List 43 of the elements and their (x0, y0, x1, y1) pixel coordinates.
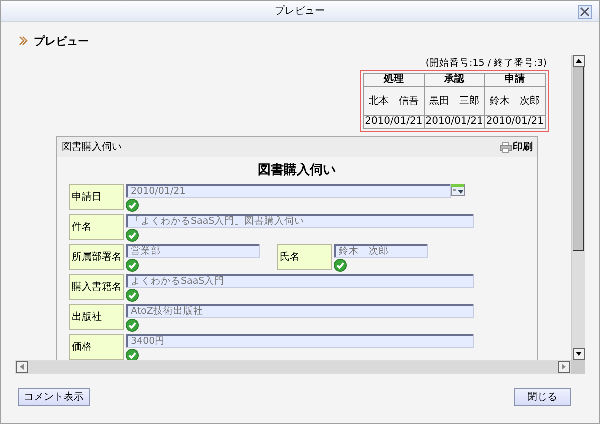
column-header: 承認 (424, 74, 485, 86)
right-arrow-icon (562, 364, 566, 370)
scrollbar-corner (571, 360, 585, 374)
printer-icon (500, 142, 512, 152)
dialog-button[interactable]: 閉じる (514, 388, 571, 406)
field-label: 購入書籍名 (69, 274, 124, 300)
panel-title: 図書購入伺い (62, 140, 122, 154)
approver-name: 北本 信吾 (364, 86, 424, 116)
column-header: 処理 (364, 74, 424, 86)
input-field[interactable]: 3400円 (126, 334, 474, 348)
vertical-scrollbar[interactable] (571, 55, 585, 360)
page-heading: プレビュー (34, 34, 89, 48)
field-label: 申請日 (69, 184, 124, 210)
approver-name: 黒田 三郎 (424, 86, 485, 116)
input-field[interactable]: 2010/01/21 (126, 184, 451, 198)
input-field[interactable]: 営業部 (126, 244, 260, 258)
close-button[interactable] (578, 5, 592, 19)
approval-date: 2010/01/21 (424, 116, 485, 128)
field-label: 価格 (69, 334, 124, 360)
input-field[interactable]: AtoZ技術出版社 (126, 304, 474, 318)
field-label: 所属部署名 (69, 244, 124, 270)
window-title: プレビュー (275, 4, 325, 18)
calendar-icon[interactable] (451, 184, 465, 196)
number-range-text: (開始番号:15 / 終了番号:3) (426, 58, 547, 69)
field-label: 氏名 (277, 244, 332, 270)
close-icon (580, 7, 590, 17)
field-label: 出版社 (69, 304, 124, 330)
approval-date: 2010/01/21 (364, 116, 424, 128)
up-arrow-icon (576, 59, 582, 63)
field-label: 件名 (69, 214, 124, 240)
column-header: 申請 (484, 74, 546, 86)
form-title: 図書購入伺い (258, 162, 336, 179)
down-arrow-icon (576, 352, 582, 356)
dialog-button[interactable]: コメント表示 (18, 388, 90, 406)
input-field[interactable]: 鈴木 次郎 (334, 244, 428, 258)
chevron-icon (19, 36, 28, 46)
input-field[interactable]: 「よくわかるSaaS入門」図書購入伺い (126, 214, 474, 228)
approver-name: 鈴木 次郎 (484, 86, 546, 116)
left-arrow-icon (20, 364, 24, 370)
print-link[interactable]: 印刷 (500, 140, 533, 154)
input-field[interactable]: よくわかるSaaS入門 (126, 274, 474, 288)
horizontal-scrollbar[interactable] (15, 360, 571, 374)
approval-date: 2010/01/21 (484, 116, 546, 128)
